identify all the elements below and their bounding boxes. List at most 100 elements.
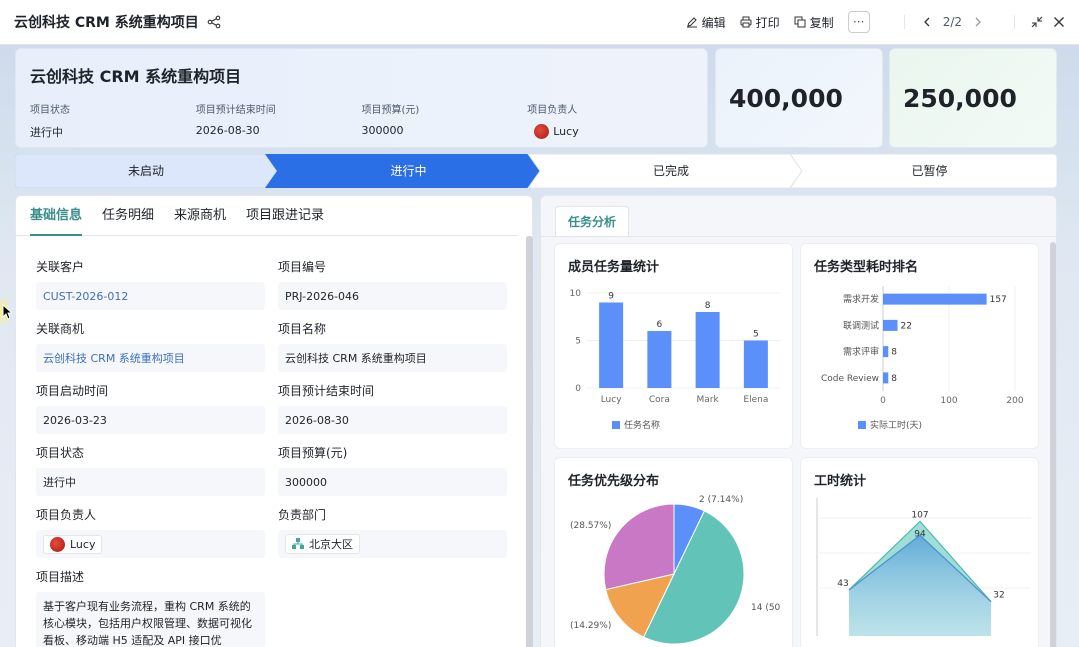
- owner-value: Lucy: [36, 530, 265, 558]
- field-customer: 关联客户 CUST-2026-012: [36, 258, 265, 310]
- priority-chart: 2 (7.14%) 14 (50 (14.29%) (28.57%): [570, 495, 781, 645]
- close-icon[interactable]: [1053, 16, 1065, 28]
- y-tick-label: 10: [570, 289, 582, 299]
- opportunity-link[interactable]: 云创科技 CRM 系统重构项目: [36, 344, 265, 372]
- owner-tag[interactable]: Lucy: [43, 534, 103, 554]
- meta-value: 2026-08-30: [195, 124, 260, 137]
- copy-button[interactable]: 复制: [794, 14, 834, 31]
- pie-slice: [603, 503, 675, 591]
- tab-source-opportunity[interactable]: 来源商机: [174, 196, 226, 236]
- x-tick-label: 0: [880, 396, 886, 406]
- field-end-date: 项目预计结束时间 2026-08-30: [278, 382, 507, 434]
- field-label: 项目预计结束时间: [278, 384, 375, 398]
- end-date-value: 2026-08-30: [278, 406, 507, 434]
- step-completed[interactable]: 已完成: [540, 154, 802, 188]
- field-project-name: 项目名称 云创科技 CRM 系统重构项目: [278, 320, 507, 372]
- project-title: 云创科技 CRM 系统重构项目: [30, 67, 242, 86]
- step-in-progress[interactable]: 进行中: [277, 154, 540, 188]
- task-type-card: 任务类型耗时排名 0 100 200 157 需求开发 22 联调测试 8 需求评审 8 Code …: [800, 243, 1039, 449]
- bar: [883, 346, 889, 358]
- x-tick-label: Lucy: [601, 395, 623, 405]
- divider: [1014, 15, 1015, 29]
- department-tag[interactable]: 北京大区: [285, 534, 360, 554]
- customer-link[interactable]: CUST-2026-012: [36, 282, 265, 310]
- department-value: 北京大区: [278, 530, 507, 558]
- window-title: 云创科技 CRM 系统重构项目: [14, 15, 199, 31]
- avatar: [534, 124, 550, 139]
- x-tick-label: Mark: [697, 395, 720, 405]
- chevron-right-icon[interactable]: [972, 16, 984, 28]
- bar: [695, 312, 720, 388]
- field-label: 项目预算(元): [278, 446, 348, 460]
- tab-task-analysis[interactable]: 任务分析: [555, 206, 630, 236]
- more-button[interactable]: ···: [847, 11, 870, 33]
- print-icon: [740, 16, 752, 28]
- data-label: 107: [911, 510, 928, 520]
- scrollbar-thumb[interactable]: [526, 236, 533, 647]
- bar: [647, 331, 672, 388]
- field-opportunity: 关联商机 云创科技 CRM 系统重构项目: [36, 320, 265, 372]
- field-label: 项目描述: [36, 570, 85, 584]
- field-label: 关联商机: [36, 322, 85, 336]
- legend-label: 实际工时(天): [870, 419, 922, 431]
- meta-label: 项目预算(元): [361, 105, 420, 116]
- field-status: 项目状态 进行中: [36, 444, 265, 496]
- avatar: [50, 536, 65, 552]
- scrollbar[interactable]: [1050, 242, 1056, 647]
- step-paused[interactable]: 已暂停: [802, 154, 1057, 188]
- bar: [883, 293, 987, 305]
- meta-value: 300000: [361, 124, 404, 137]
- mouse-cursor-icon: [2, 304, 12, 320]
- basic-info-panel: 基础信息 任务明细 来源商机 项目跟进记录 关联客户 CUST-2026-012…: [15, 195, 533, 647]
- y-tick-label: 5: [575, 337, 581, 347]
- field-start-date: 项目启动时间 2026-03-23: [36, 382, 265, 434]
- tab-follow-up-records[interactable]: 项目跟进记录: [246, 196, 324, 236]
- divider: [541, 236, 1056, 237]
- divider: [903, 15, 905, 29]
- hours-chart: 43 107 94 32: [816, 498, 1031, 636]
- meta-budget: 项目预算(元) 300000: [362, 101, 528, 140]
- field-label: 项目状态: [36, 446, 85, 460]
- bar-value-label: 5: [753, 330, 759, 340]
- stat-card-received: 250,000: [889, 48, 1057, 148]
- y-tick-label: 需求评审: [843, 346, 879, 358]
- x-tick-label: Cora: [649, 395, 670, 405]
- meta-status: 项目状态 进行中: [30, 101, 196, 140]
- share-icon[interactable]: [207, 15, 221, 29]
- meta-value: 进行中: [30, 126, 63, 139]
- legend-swatch: [858, 421, 866, 429]
- field-label: 项目名称: [278, 322, 327, 336]
- stat-card-contract: 400,000: [715, 48, 883, 148]
- project-name-value: 云创科技 CRM 系统重构项目: [278, 344, 507, 372]
- legend-swatch: [612, 421, 620, 429]
- bar-value-label: 9: [608, 292, 614, 302]
- pager: 2/2: [903, 15, 1065, 29]
- slice-label: 14 (50: [751, 603, 781, 613]
- org-icon: [292, 538, 304, 549]
- meta-label: 项目预计结束时间: [195, 105, 276, 116]
- meta-end-date: 项目预计结束时间 2026-08-30: [196, 101, 362, 140]
- tab-task-details[interactable]: 任务明细: [102, 196, 154, 236]
- collapse-icon[interactable]: [1031, 16, 1043, 28]
- chevron-left-icon[interactable]: [921, 16, 933, 28]
- scrollbar[interactable]: [526, 236, 533, 647]
- edit-button[interactable]: 编辑: [686, 14, 726, 31]
- print-label: 打印: [755, 15, 780, 30]
- print-button[interactable]: 打印: [740, 14, 780, 31]
- bar-value-label: 8: [891, 348, 897, 358]
- member-tasks-card: 成员任务量统计 0 5 10 9 Lucy 6 Cora 8 Mark 5 Elena 任务名称: [554, 243, 793, 449]
- analysis-panel: 任务分析 成员任务量统计 0 5 10 9 Lucy 6 Cora 8 Mark 5 Elena 任务…: [540, 195, 1057, 647]
- copy-label: 复制: [809, 15, 834, 30]
- owner-name: Lucy: [70, 537, 96, 551]
- page-indicator: 2/2: [942, 15, 962, 29]
- data-label: 94: [914, 529, 926, 539]
- tab-basic-info[interactable]: 基础信息: [30, 196, 83, 236]
- step-not-started[interactable]: 未启动: [15, 154, 277, 188]
- field-project-code: 项目编号 PRJ-2026-046: [278, 258, 507, 310]
- slice-label: (14.29%): [570, 621, 611, 631]
- meta-label: 项目状态: [30, 105, 70, 116]
- status-steps: 未启动 进行中 已完成 已暂停: [15, 154, 1057, 188]
- x-tick-label: Elena: [743, 395, 768, 405]
- slice-label: (28.57%): [570, 521, 611, 531]
- field-budget: 项目预算(元) 300000: [278, 444, 507, 496]
